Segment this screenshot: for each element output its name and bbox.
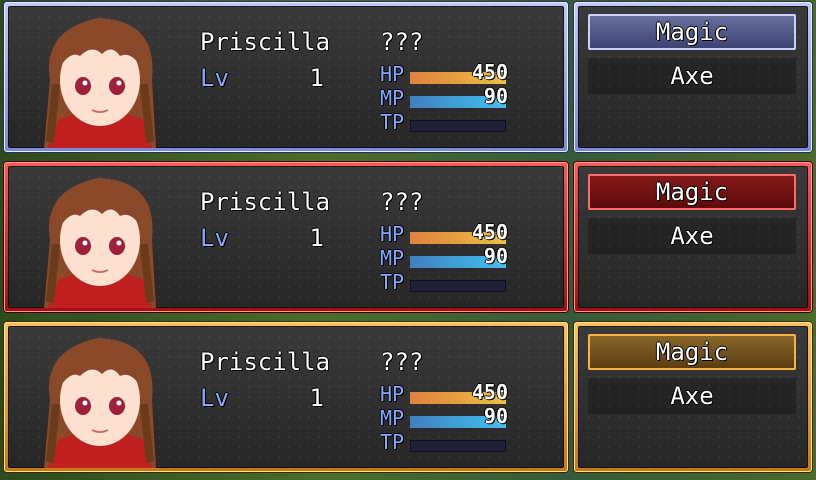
actor-name: Priscilla [200, 348, 331, 376]
actor-class: ??? [380, 188, 424, 216]
actor-name: Priscilla [200, 28, 331, 56]
level-label: Lv [200, 384, 229, 412]
command-axe[interactable]: Axe [588, 58, 796, 94]
actor-status-window-1[interactable]: Priscilla ??? Lv 1 HP 450 MP 90 TP [4, 2, 568, 152]
tp-label: TP [380, 430, 405, 454]
mp-value: 90 [483, 84, 508, 108]
actor-status-window-2[interactable]: Priscilla ??? Lv 1 HP 450 MP 90 TP [4, 162, 568, 312]
actor-command-window-2: Magic Axe [574, 162, 812, 312]
command-magic-label: Magic [655, 18, 729, 46]
actor-class: ??? [380, 28, 424, 56]
actor-command-window-1: Magic Axe [574, 2, 812, 152]
level-value: 1 [309, 224, 324, 252]
tp-gauge [410, 440, 506, 452]
level-label: Lv [200, 224, 229, 252]
command-axe-label: Axe [670, 222, 714, 250]
level-label: Lv [200, 64, 229, 92]
priscilla-portrait-icon [44, 18, 156, 148]
actor-status-window-3[interactable]: Priscilla ??? Lv 1 HP 450 MP 90 TP [4, 322, 568, 472]
tp-gauge [410, 280, 506, 292]
tp-label: TP [380, 110, 405, 134]
command-axe-label: Axe [670, 62, 714, 90]
tp-gauge [410, 120, 506, 132]
command-axe-label: Axe [670, 382, 714, 410]
command-magic-label: Magic [655, 338, 729, 366]
level-value: 1 [309, 64, 324, 92]
priscilla-portrait-icon [44, 338, 156, 468]
command-axe[interactable]: Axe [588, 378, 796, 414]
level-value: 1 [309, 384, 324, 412]
command-magic-label: Magic [655, 178, 729, 206]
command-magic[interactable]: Magic [588, 14, 796, 50]
actor-class: ??? [380, 348, 424, 376]
mp-value: 90 [483, 244, 508, 268]
tp-label: TP [380, 270, 405, 294]
command-magic[interactable]: Magic [588, 174, 796, 210]
priscilla-portrait-icon [44, 178, 156, 308]
command-magic[interactable]: Magic [588, 334, 796, 370]
mp-value: 90 [483, 404, 508, 428]
command-axe[interactable]: Axe [588, 218, 796, 254]
actor-name: Priscilla [200, 188, 331, 216]
actor-command-window-3: Magic Axe [574, 322, 812, 472]
